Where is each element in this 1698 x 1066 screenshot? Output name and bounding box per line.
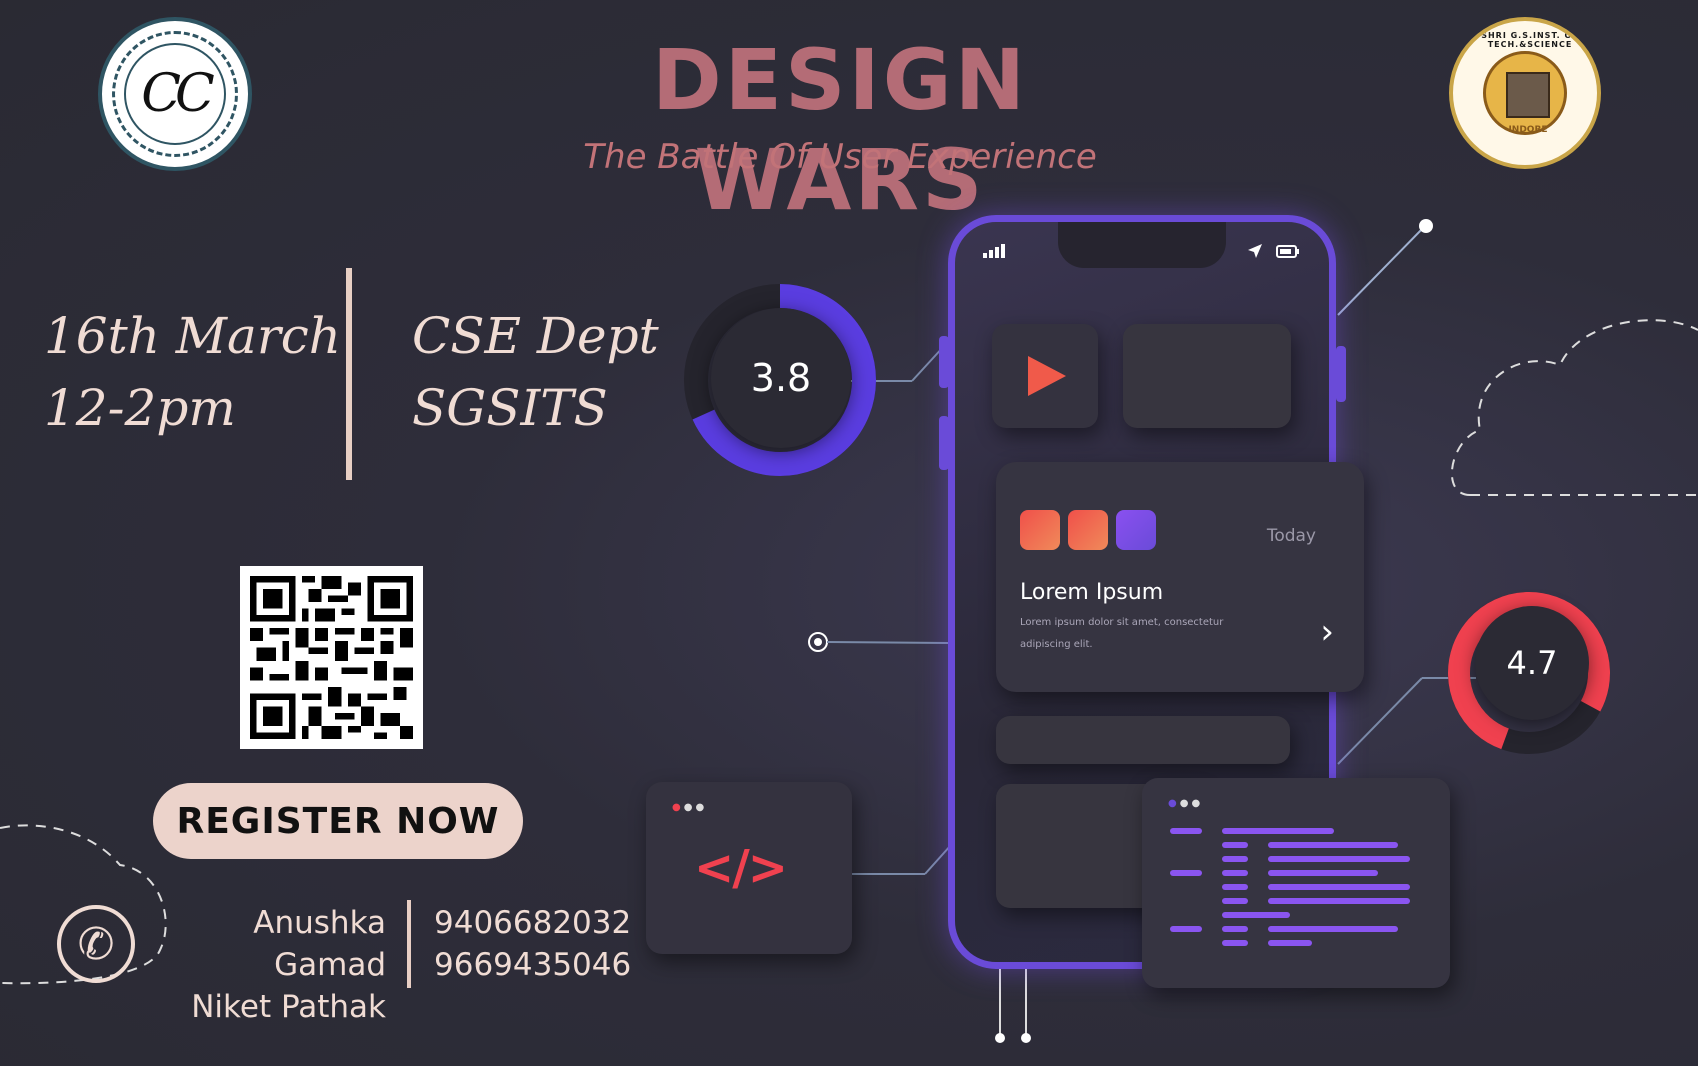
chevron-right-icon[interactable]: ›: [1320, 612, 1334, 652]
window-dots: ●●●: [672, 802, 708, 813]
color-swatch: [1020, 510, 1060, 550]
page-title: DESIGN WARS: [651, 31, 1029, 229]
sgsits-logo: SHRI G.S.INST. OF TECH.&SCIENCE INDORE: [1449, 17, 1601, 169]
register-now-button[interactable]: REGISTER NOW: [153, 783, 523, 859]
play-icon[interactable]: [1028, 356, 1066, 396]
event-time: 12-2pm: [44, 379, 236, 437]
event-when: 16th March 12-2pm: [44, 300, 341, 444]
rating-gauge-right: 4.7: [1475, 606, 1589, 720]
color-swatch: [1068, 510, 1108, 550]
color-swatch: [1116, 510, 1156, 550]
card-title: Lorem Ipsum: [1020, 580, 1164, 605]
event-where: CSE Dept SGSITS: [412, 300, 659, 444]
battery-icon: [1276, 245, 1299, 258]
contact-phone-1[interactable]: 9406682032: [434, 902, 631, 944]
code-window: ●●● </>: [646, 782, 852, 954]
contact-phone-2[interactable]: 9669435046: [434, 944, 631, 986]
code-icon: </>: [694, 840, 788, 896]
location-icon: [1248, 244, 1262, 258]
card-today-label: Today: [1266, 526, 1316, 546]
contact-names: Anushka Gamad Niket Pathak: [140, 902, 386, 1028]
contact-numbers: 9406682032 9669435046: [434, 902, 631, 986]
contact-divider: [407, 900, 411, 988]
phone-side-button: [939, 336, 949, 388]
event-dept: CSE Dept: [412, 307, 659, 365]
video-card[interactable]: [992, 324, 1098, 428]
phone-notch: [1058, 222, 1226, 268]
phone-side-button: [1336, 346, 1346, 402]
phone-side-button: [939, 416, 949, 470]
editor-window: ●●●: [1142, 778, 1450, 988]
event-date: 16th March: [44, 307, 341, 365]
contact-name-1: Anushka Gamad: [253, 905, 386, 983]
content-card[interactable]: Today Lorem Ipsum Lorem ipsum dolor sit …: [996, 462, 1364, 692]
registration-qr-code[interactable]: [240, 566, 423, 749]
card-description: Lorem ipsum dolor sit amet, consectetur …: [1020, 617, 1224, 650]
signal-icon: [983, 244, 1005, 258]
event-divider: [346, 268, 352, 480]
sgsits-logo-arc-text: SHRI G.S.INST. OF TECH.&SCIENCE: [1481, 31, 1579, 49]
event-institute: SGSITS: [412, 379, 608, 437]
cc-club-logo: CC: [98, 17, 252, 171]
placeholder-bar: [996, 716, 1290, 764]
contact-name-2: Niket Pathak: [191, 989, 386, 1025]
rating-gauge-left: 3.8: [711, 308, 851, 448]
placeholder-card: [1123, 324, 1291, 428]
page-subtitle: The Battle Of User Experience: [583, 137, 1097, 177]
window-dots: ●●●: [1168, 798, 1204, 809]
phone-icon: ✆: [57, 905, 135, 983]
sgsits-logo-city: INDORE: [1508, 125, 1548, 135]
